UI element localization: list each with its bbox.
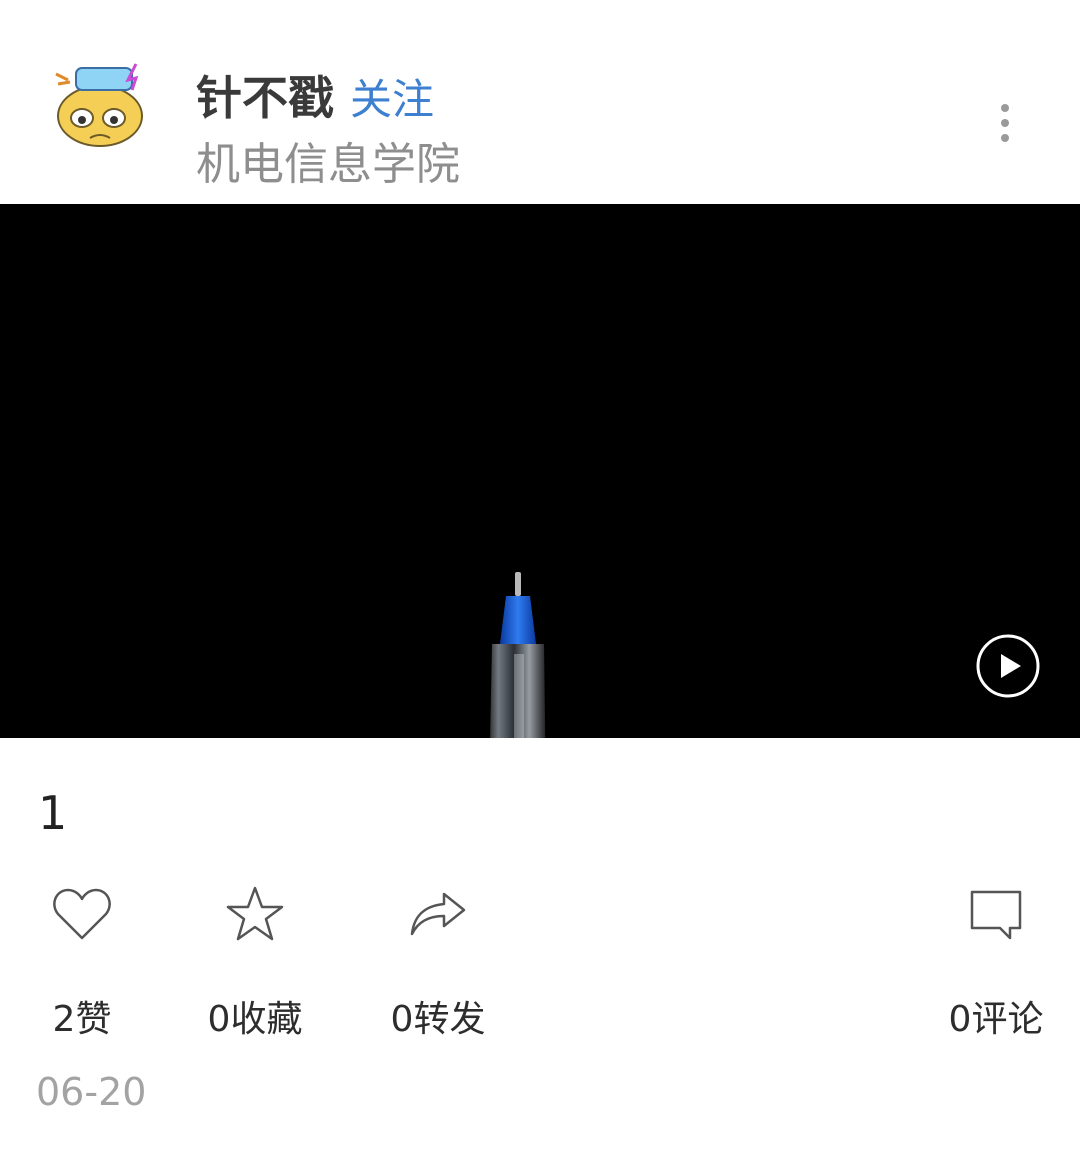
share-count: 0转发	[390, 999, 486, 1040]
play-button[interactable]	[976, 634, 1040, 698]
play-icon	[976, 634, 1040, 698]
author-college: 机电信息学院	[196, 139, 460, 190]
like-count: 2赞	[52, 999, 112, 1040]
like-button[interactable]: 2赞	[40, 870, 124, 1042]
more-options-button[interactable]	[988, 100, 1022, 146]
post-text: 1	[38, 786, 68, 840]
author-name[interactable]: 针不戳	[196, 62, 334, 128]
video-frame-pen	[490, 572, 546, 738]
favorite-count: 0收藏	[207, 999, 303, 1040]
more-vertical-icon	[1001, 104, 1009, 142]
comment-bubble-icon	[970, 890, 1022, 940]
heart-icon	[53, 888, 111, 940]
action-bar: 2赞 0收藏 0转发 0评论	[0, 870, 1080, 1040]
share-button[interactable]: 0转发	[380, 870, 496, 1042]
favorite-button[interactable]: 0收藏	[205, 870, 305, 1042]
comment-button[interactable]: 0评论	[942, 870, 1050, 1042]
share-arrow-icon	[410, 892, 466, 936]
comment-count: 0评论	[948, 999, 1044, 1040]
star-icon	[226, 886, 284, 941]
author-avatar[interactable]	[48, 60, 152, 156]
follow-button[interactable]: 关注	[350, 66, 434, 127]
post-date: 06-20	[36, 1070, 147, 1114]
emoji-sticker-avatar-icon	[55, 63, 143, 147]
post-header: 针不戳 关注 机电信息学院	[0, 0, 1080, 204]
video-player[interactable]	[0, 204, 1080, 738]
